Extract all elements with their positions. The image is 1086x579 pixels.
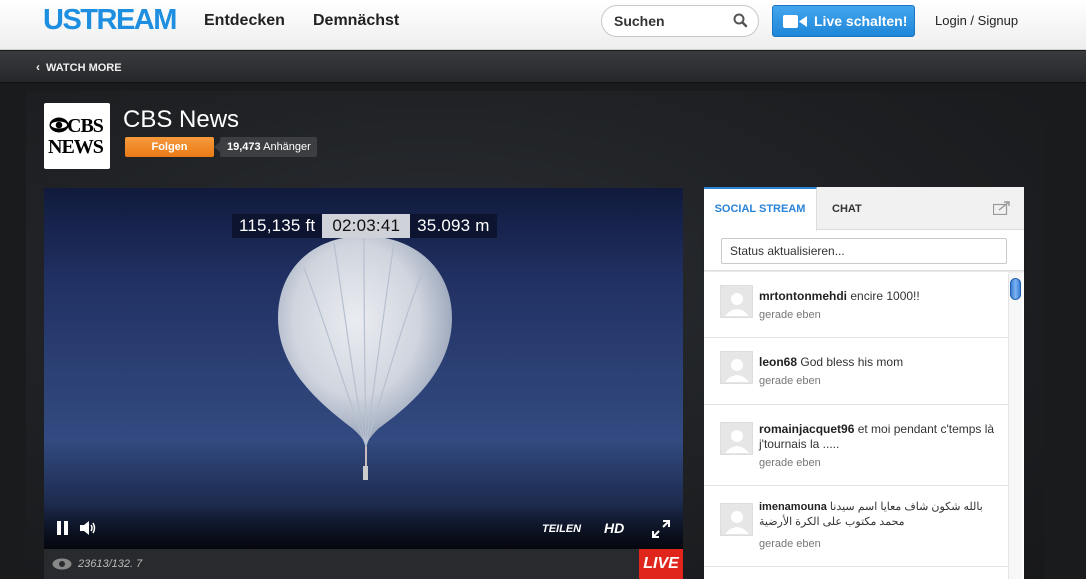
hd-toggle[interactable]: HD	[604, 520, 624, 536]
follow-button[interactable]: Folgen	[125, 137, 214, 157]
status-bar	[704, 231, 1024, 271]
login-signup-link[interactable]: Login / Signup	[935, 13, 1018, 28]
tab-social-stream[interactable]: SOCIAL STREAM	[704, 187, 817, 231]
social-feed: mrtontonmehdi encire 1000!! gerade eben …	[704, 272, 1024, 579]
elapsed-time: 02:03:41	[322, 214, 411, 238]
avatar[interactable]	[720, 351, 753, 384]
altitude-meters: 35.093 m	[410, 214, 497, 238]
eye-icon	[52, 558, 72, 570]
video-player[interactable]: 115,135 ft 02:03:41 35.093 m TEILEN HD	[44, 188, 683, 549]
feed-text: God bless his mom	[800, 355, 904, 369]
feed-username[interactable]: imenamouna	[759, 501, 827, 513]
nav-upcoming[interactable]: Demnächst	[313, 12, 399, 30]
channel-logo-line1: CBS	[67, 115, 104, 137]
feed-message: imenamouna بالله شكون شاف معايا اسم سيدن…	[759, 500, 999, 530]
followers-label: Anhänger	[263, 141, 311, 153]
search-box	[601, 5, 759, 37]
top-header: USTREAM Entdecken Demnächst Live schalte…	[0, 0, 1086, 50]
user-placeholder-icon	[725, 359, 749, 382]
watch-more-bar: ‹ WATCH MORE	[0, 51, 1086, 83]
feed-message: leon68 God bless his mom	[759, 355, 999, 370]
channel-logo-line2: NEWS	[48, 136, 104, 158]
balloon-video-frame	[278, 235, 452, 480]
feed-username[interactable]: leon68	[759, 355, 797, 369]
tab-chat[interactable]: CHAT	[832, 187, 862, 230]
watch-more-link[interactable]: ‹ WATCH MORE	[36, 60, 122, 74]
user-placeholder-icon	[725, 293, 749, 316]
status-update-input[interactable]	[721, 238, 1007, 264]
camera-icon	[783, 15, 807, 28]
social-tabs: SOCIAL STREAM CHAT	[704, 187, 1024, 231]
fullscreen-icon[interactable]	[652, 520, 670, 538]
feed-username[interactable]: romainjacquet96	[759, 422, 854, 436]
chevron-left-icon: ‹	[36, 60, 40, 74]
share-button[interactable]: TEILEN	[542, 523, 581, 535]
go-live-label: Live schalten!	[814, 13, 908, 29]
feed-time: gerade eben	[759, 457, 821, 469]
feed-time: gerade eben	[759, 375, 821, 387]
user-placeholder-icon	[725, 430, 749, 453]
volume-icon[interactable]	[80, 521, 98, 535]
search-input[interactable]	[614, 13, 729, 29]
avatar[interactable]	[720, 422, 753, 455]
social-panel: SOCIAL STREAM CHAT mrtontonmehdi encire …	[704, 187, 1024, 579]
popout-icon[interactable]	[993, 201, 1011, 215]
feed-scrollbar[interactable]	[1008, 274, 1022, 579]
feed-text: encire 1000!!	[850, 289, 920, 303]
channel-avatar[interactable]: CBS NEWS	[44, 103, 110, 169]
go-live-button[interactable]: Live schalten!	[772, 5, 915, 37]
followers-number: 19,473	[227, 141, 261, 153]
altitude-feet: 115,135 ft	[232, 214, 323, 238]
list-item	[704, 567, 1008, 579]
pause-icon[interactable]	[56, 521, 70, 535]
user-placeholder-icon	[725, 511, 749, 534]
watch-more-label: WATCH MORE	[46, 62, 122, 74]
cbs-eye-logo-icon	[49, 117, 69, 133]
followers-count: 19,473 Anhänger	[214, 137, 317, 157]
live-badge: LIVE	[639, 549, 683, 579]
list-item: imenamouna بالله شكون شاف معايا اسم سيدن…	[704, 486, 1008, 567]
avatar[interactable]	[720, 285, 753, 318]
avatar[interactable]	[720, 503, 753, 536]
list-item: romainjacquet96 et moi pendant c'temps l…	[704, 405, 1008, 486]
feed-time: gerade eben	[759, 538, 821, 550]
list-item: leon68 God bless his mom gerade eben	[704, 338, 1008, 405]
video-footer: 23613/132. 7 LIVE	[44, 549, 683, 579]
list-item: mrtontonmehdi encire 1000!! gerade eben	[704, 272, 1008, 338]
feed-time: gerade eben	[759, 309, 821, 321]
ustream-logo[interactable]: USTREAM	[43, 4, 177, 37]
scrollbar-thumb[interactable]	[1010, 278, 1021, 300]
channel-title: CBS News	[123, 106, 240, 133]
viewer-count: 23613/132. 7	[78, 558, 143, 570]
search-icon[interactable]	[732, 12, 750, 30]
feed-username[interactable]: mrtontonmehdi	[759, 289, 847, 303]
telemetry-overlay: 115,135 ft 02:03:41 35.093 m	[232, 214, 497, 238]
feed-message: mrtontonmehdi encire 1000!!	[759, 289, 999, 304]
player-controls: TEILEN HD	[44, 504, 683, 549]
nav-discover[interactable]: Entdecken	[204, 12, 285, 30]
feed-message: romainjacquet96 et moi pendant c'temps l…	[759, 422, 999, 452]
